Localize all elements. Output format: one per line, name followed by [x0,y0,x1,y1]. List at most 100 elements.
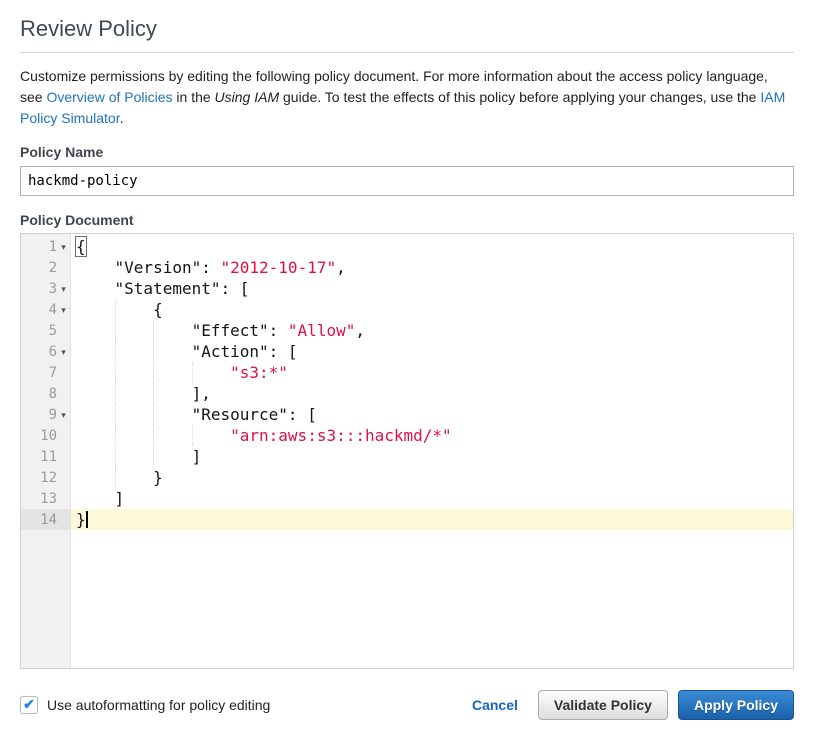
line-number: 1 [49,239,57,255]
indent-guide [115,341,116,362]
line-number: 3 [49,281,57,297]
gutter-line-6: 6▾ [21,341,70,362]
indent-guide [153,425,154,446]
code-line-10[interactable]: "arn:aws:s3:::hackmd/*" [71,425,793,446]
code-line-8[interactable]: ], [71,383,793,404]
gutter-line-8: 8 [21,383,70,404]
gutter-line-13: 13 [21,488,70,509]
code-line-13[interactable]: ] [71,488,793,509]
autoformat-checkbox[interactable]: ✔ [20,696,38,714]
validate-policy-button[interactable]: Validate Policy [538,690,668,720]
intro-part2: in the [173,89,215,105]
apply-policy-button[interactable]: Apply Policy [678,690,794,720]
json-key: "Effect" [192,321,269,340]
code-text: : [269,321,288,340]
line-number: 10 [40,428,57,444]
code-text [76,342,192,361]
code-text: } [76,510,86,529]
line-number: 8 [49,386,57,402]
overview-of-policies-link[interactable]: Overview of Policies [46,89,172,105]
code-line-4[interactable]: { [71,299,793,320]
check-icon: ✔ [23,697,35,711]
line-number: 5 [49,323,57,339]
line-number: 11 [40,449,57,465]
intro-part3: guide. To test the effects of this polic… [279,89,760,105]
code-text: ] [76,489,124,508]
policy-name-input[interactable] [20,166,794,196]
indent-guide [115,404,116,425]
policy-document-editor[interactable]: 1▾23▾4▾56▾789▾1011121314 { "Version": "2… [20,233,794,669]
matched-bracket: { [75,236,87,257]
code-line-14[interactable]: } [71,509,793,530]
code-text [76,405,192,424]
footer-bar: ✔ Use autoformatting for policy editing … [20,690,794,720]
intro-text: Customize permissions by editing the fol… [20,66,794,129]
line-number: 9 [49,407,57,423]
code-text: : [ [221,279,250,298]
line-number: 12 [40,470,57,486]
line-number: 6 [49,344,57,360]
cancel-link[interactable]: Cancel [472,697,518,713]
gutter-line-12: 12 [21,467,70,488]
code-line-3[interactable]: "Statement": [ [71,278,793,299]
code-text: : [201,258,220,277]
review-policy-page: Review Policy Customize permissions by e… [0,16,814,720]
gutter-line-1: 1▾ [21,236,70,257]
indent-guide [153,341,154,362]
code-text [76,321,192,340]
code-text [76,258,115,277]
indent-guide [153,446,154,467]
indent-guide [115,446,116,467]
indent-guide [115,299,116,320]
code-line-7[interactable]: "s3:*" [71,362,793,383]
code-line-1[interactable]: { [71,236,793,257]
fold-arrow-icon[interactable]: ▾ [57,342,70,363]
line-number: 13 [40,491,57,507]
code-text: , [336,258,346,277]
code-line-11[interactable]: ] [71,446,793,467]
indent-guide [153,362,154,383]
json-string-value: "arn:aws:s3:::hackmd/*" [230,426,452,445]
json-string-value: "s3:*" [230,363,288,382]
code-text: ], [76,384,211,403]
gutter-line-5: 5 [21,320,70,341]
json-key: "Action" [192,342,269,361]
fold-arrow-icon[interactable]: ▾ [57,279,70,300]
code-line-2[interactable]: "Version": "2012-10-17", [71,257,793,278]
code-line-9[interactable]: "Resource": [ [71,404,793,425]
gutter-line-11: 11 [21,446,70,467]
indent-guide [115,320,116,341]
editor-code-area[interactable]: { "Version": "2012-10-17", "Statement": … [71,234,793,668]
code-text: , [355,321,365,340]
code-line-5[interactable]: "Effect": "Allow", [71,320,793,341]
code-line-6[interactable]: "Action": [ [71,341,793,362]
indent-guide [192,362,193,383]
fold-arrow-icon[interactable]: ▾ [57,237,70,258]
autoformat-option[interactable]: ✔ Use autoformatting for policy editing [20,696,270,714]
line-number: 2 [49,260,57,276]
json-string-value: "Allow" [288,321,355,340]
fold-arrow-icon[interactable]: ▾ [57,405,70,426]
json-key: "Resource" [192,405,288,424]
gutter-line-9: 9▾ [21,404,70,425]
json-key: "Statement" [115,279,221,298]
gutter-line-4: 4▾ [21,299,70,320]
policy-name-label: Policy Name [20,144,794,160]
line-number: 7 [49,365,57,381]
json-string-value: "2012-10-17" [221,258,337,277]
indent-guide [153,320,154,341]
fold-arrow-icon[interactable]: ▾ [57,300,70,321]
code-line-12[interactable]: } [71,467,793,488]
gutter-line-2: 2 [21,257,70,278]
gutter-line-10: 10 [21,425,70,446]
code-text: ] [76,447,201,466]
indent-guide [115,383,116,404]
gutter-line-7: 7 [21,362,70,383]
footer-actions: Cancel Validate Policy Apply Policy [472,690,794,720]
page-title: Review Policy [20,16,794,53]
code-text [76,279,115,298]
indent-guide [115,362,116,383]
indent-guide [115,467,116,488]
code-text: : [ [288,405,317,424]
autoformat-label: Use autoformatting for policy editing [47,697,270,713]
